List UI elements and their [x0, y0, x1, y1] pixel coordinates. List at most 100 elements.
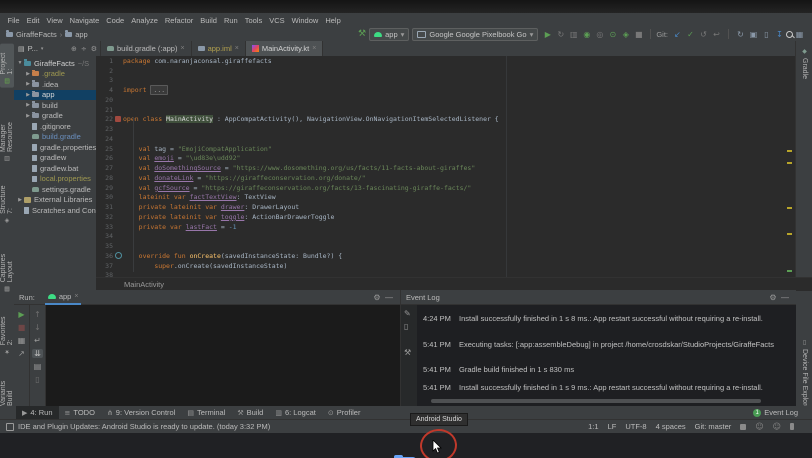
code-line[interactable]: 34 — [96, 232, 795, 242]
expand-arrow-icon[interactable]: ▶ — [24, 113, 32, 119]
record-icon[interactable]: ◈ — [619, 30, 632, 39]
expand-arrow-icon[interactable]: ▼ — [16, 60, 24, 66]
code-line[interactable]: 30 lateinit var factTextView: TextView — [96, 193, 795, 203]
caret-position[interactable]: 1:1 — [588, 422, 598, 431]
stop-icon[interactable]: ■ — [632, 30, 645, 39]
toolwindow-build[interactable]: ⚒Build — [231, 406, 269, 419]
scroll-to-end-icon[interactable]: ⇊ — [32, 349, 43, 358]
status-message[interactable]: IDE and Plugin Updates: Android Studio i… — [18, 422, 270, 431]
run-config-dropdown[interactable]: app ▾ — [369, 28, 409, 41]
event-log-button[interactable]: 1 Event Log — [753, 408, 812, 417]
lock-icon[interactable] — [740, 424, 746, 430]
tree-item-build-gradle[interactable]: build.gradle — [14, 132, 96, 143]
stripe-structure[interactable]: ◈7: Structure — [0, 177, 14, 227]
code-line[interactable]: 33 private var lastFact = -1 — [96, 222, 795, 232]
code-line[interactable]: 24 — [96, 134, 795, 144]
clear-console-icon[interactable]: ▯ — [35, 375, 39, 384]
soft-wrap-icon[interactable]: ↵ — [34, 336, 41, 345]
warning-stripe-mark[interactable] — [787, 162, 792, 164]
line-ending[interactable]: LF — [608, 422, 617, 431]
stripe-project[interactable]: ▤1: Project — [0, 44, 14, 88]
code-line[interactable]: 37 super.onCreate(savedInstanceState) — [96, 261, 795, 271]
breadcrumb-module[interactable]: app — [75, 30, 88, 39]
tree-item-gradlew-bat[interactable]: gradlew.bat — [14, 163, 96, 174]
git-branch[interactable]: Git: master — [695, 422, 732, 431]
update-icon[interactable] — [6, 423, 14, 431]
locate-file-icon[interactable]: ⊕ — [71, 45, 77, 53]
run-console[interactable] — [46, 305, 400, 406]
menu-view[interactable]: View — [43, 16, 66, 25]
build-hammer-icon[interactable]: ⚒ — [358, 29, 366, 39]
breadcrumb-project[interactable]: GiraffeFacts — [16, 30, 57, 39]
print-icon[interactable]: ▤ — [34, 362, 42, 371]
minimize-icon[interactable]: — — [383, 293, 395, 302]
close-icon[interactable]: × — [180, 45, 184, 52]
code-line[interactable]: 27 val doSomethingSource = "https://www.… — [96, 163, 795, 173]
code-line[interactable]: 3 — [96, 76, 795, 86]
toolwindow-profiler[interactable]: ⊙Profiler — [322, 406, 367, 419]
vcs-history-icon[interactable]: ↺ — [697, 30, 710, 39]
close-icon[interactable]: × — [235, 45, 239, 52]
run-settings-gear-icon[interactable]: ⚙ — [371, 293, 383, 302]
minimize-icon[interactable]: — — [779, 293, 791, 302]
collapse-all-icon[interactable]: ÷ — [81, 45, 87, 53]
code-line[interactable]: 23 — [96, 124, 795, 134]
expand-arrow-icon[interactable]: ▶ — [24, 102, 32, 108]
close-icon[interactable]: × — [312, 45, 316, 52]
warning-stripe-mark[interactable] — [787, 233, 792, 235]
stop-icon[interactable]: ■ — [18, 323, 26, 332]
stripe-resource-manager[interactable]: ▥Resource Manager — [0, 93, 14, 165]
encoding[interactable]: UTF-8 — [625, 422, 646, 431]
menu-file[interactable]: File — [4, 16, 23, 25]
up-stack-icon[interactable]: ↑ — [34, 310, 41, 319]
code-line[interactable]: 1 package com.naranjaconsal.giraffefacts — [96, 56, 795, 66]
code-line[interactable]: 25 val tag = "EmojiCompatApplication" — [96, 144, 795, 154]
event-log-gear-icon[interactable]: ⚙ — [767, 293, 779, 302]
device-dropdown[interactable]: Google Google Pixelbook Go ▾ — [412, 28, 538, 41]
menu-analyze[interactable]: Analyze — [128, 16, 162, 25]
pin-icon[interactable]: ↗ — [18, 349, 25, 358]
code-line[interactable]: 28 val donateLink = "https://giraffecons… — [96, 173, 795, 183]
edit-log-icon[interactable]: ✎ — [404, 309, 411, 318]
menu-window[interactable]: Window — [288, 16, 322, 25]
tree-item--gitignore[interactable]: .gitignore — [14, 121, 96, 132]
toolwindow-logcat[interactable]: ▥6: Logcat — [269, 406, 321, 419]
tree-item--gradle[interactable]: ▶ .gradle — [14, 69, 96, 80]
toolwindow-version-control[interactable]: ⋔9: Version Control — [101, 406, 182, 419]
apply-code-changes-icon[interactable]: ▥ — [567, 30, 580, 39]
wrench-icon[interactable]: ⚒ — [404, 348, 411, 357]
code-line[interactable]: 31 private lateinit var drawer: DrawerLa… — [96, 202, 795, 212]
panel-settings-icon[interactable]: ⚙ — [91, 45, 97, 53]
tree-item-giraffefacts[interactable]: ▼ GiraffeFacts ~/S — [14, 58, 96, 69]
search-everywhere-icon[interactable] — [786, 31, 793, 38]
event-log-entry[interactable]: 5:41 PM Install successfully finished in… — [417, 383, 796, 392]
menu-navigate[interactable]: Navigate — [66, 16, 103, 25]
tree-item-gradle[interactable]: ▶ gradle — [14, 111, 96, 122]
code-line[interactable]: 32 private lateinit var toggle: ActionBa… — [96, 212, 795, 222]
menu-edit[interactable]: Edit — [23, 16, 43, 25]
code-line[interactable]: 21 — [96, 105, 795, 115]
event-log-entry[interactable]: 5:41 PM Executing tasks: [:app:assembleD… — [417, 340, 796, 349]
tree-item-settings-gradle[interactable]: settings.gradle — [14, 184, 96, 195]
menu-vcs[interactable]: VCS — [266, 16, 288, 25]
project-view-dropdown[interactable]: P... — [28, 44, 38, 53]
code-line[interactable]: 20 — [96, 95, 795, 105]
code-line[interactable]: 22 open class MainActivity : AppCompatAc… — [96, 115, 795, 125]
menu-refactor[interactable]: Refactor — [161, 16, 196, 25]
expand-arrow-icon[interactable]: ▶ — [24, 92, 32, 98]
toolwindow-todo[interactable]: ≡TODO — [59, 406, 101, 419]
clear-log-icon[interactable]: ▯ — [404, 322, 408, 331]
stripe-favorites[interactable]: ★2: Favorites — [0, 308, 14, 358]
tree-item-local-properties[interactable]: local.properties — [14, 174, 96, 185]
expand-arrow-icon[interactable]: ▶ — [24, 71, 32, 77]
tab-mainactivity-kt[interactable]: MainActivity.kt × — [246, 41, 323, 56]
code-line[interactable]: 36 override fun onCreate(savedInstanceSt… — [96, 251, 795, 261]
code-line[interactable]: 26 val emoji = "\ud83e\udd92" — [96, 154, 795, 164]
tree-item-external-libraries[interactable]: ▶ External Libraries — [14, 195, 96, 206]
vcs-commit-icon[interactable]: ✓ — [684, 30, 697, 39]
code-line[interactable]: 4 import ... — [96, 85, 795, 95]
expand-arrow-icon[interactable]: ▶ — [24, 81, 32, 87]
horizontal-scrollbar[interactable] — [431, 399, 761, 403]
sdk-manager-icon[interactable]: ↧ — [773, 30, 786, 39]
tree-item-scratches-and-consoles[interactable]: Scratches and Consoles — [14, 205, 96, 216]
